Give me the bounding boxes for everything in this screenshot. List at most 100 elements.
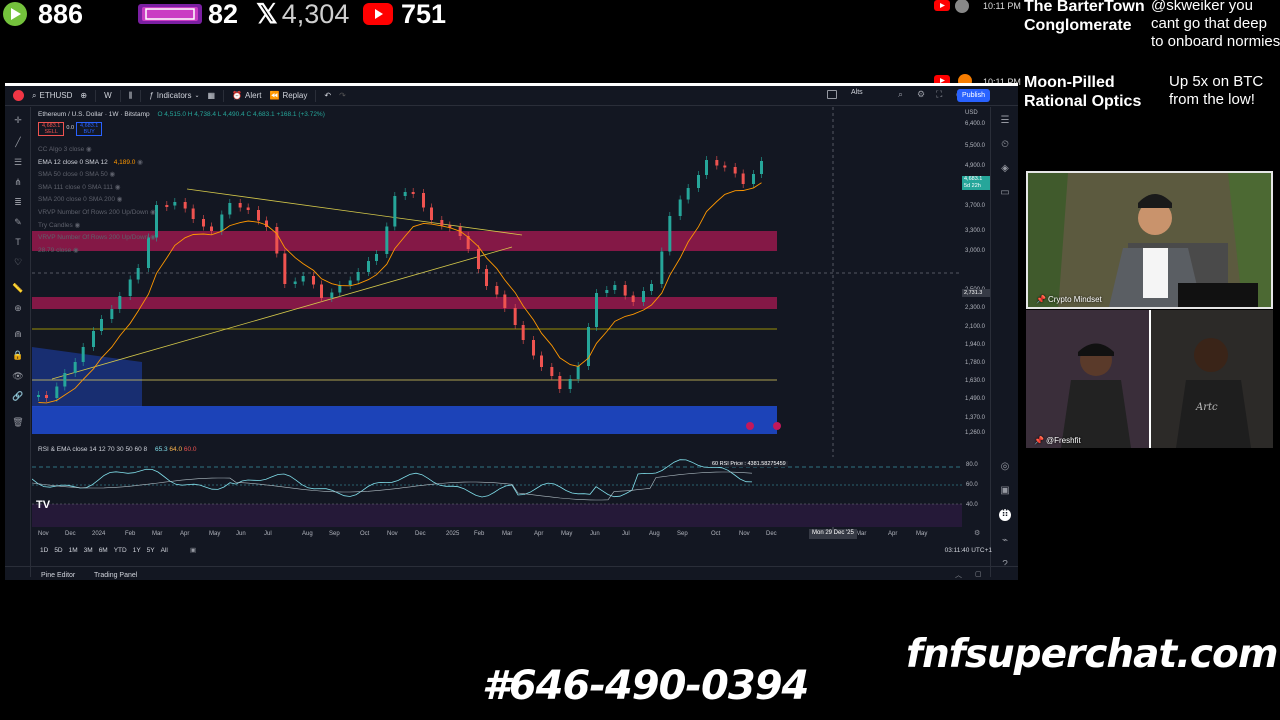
range-button[interactable]: 1D (40, 547, 48, 554)
alts-button[interactable]: Alts (851, 89, 863, 96)
undo-icon: ↶ (324, 91, 332, 100)
svg-text:Artc: Artc (1195, 402, 1218, 413)
indicator-legend-row[interactable]: SMA 200 close 0 SMA 200 ◉ (38, 195, 122, 203)
eye-icon[interactable]: ◉ (113, 184, 121, 191)
fullscreen-icon[interactable]: ⛶ (936, 89, 942, 100)
price-tick-label: 3,700.0 (965, 203, 986, 209)
indicator-legend-row[interactable]: SMA 50 close 0 SMA 50 ◉ (38, 170, 115, 178)
layers-icon[interactable]: ◈ (999, 163, 1011, 175)
range-button[interactable]: All (161, 547, 168, 554)
heart-icon[interactable]: ♡ (12, 257, 24, 267)
time-axis[interactable]: Nov Dec 2024 Feb Mar Apr May Jun Jul Aug Sep Oct Nov… (32, 529, 992, 541)
range-button[interactable]: YTD (114, 547, 127, 554)
redo-icon: ↷ (339, 91, 346, 100)
crosshair-price-tag: 2,731.3 (962, 289, 990, 297)
alerts-clock-icon[interactable]: ⏲ (999, 139, 1011, 151)
price-tick-label: 1,260.0 (965, 430, 986, 436)
kick-stat: 82 (138, 0, 238, 29)
eye-icon[interactable]: ◉ (108, 171, 116, 178)
eye-icon[interactable]: ◉ (71, 247, 79, 254)
symbol-search-button[interactable]: ⌕ ETHUSD (32, 91, 72, 101)
calendar-icon[interactable]: ▣ (190, 546, 196, 554)
superchat-item: 10:11 PM The BarterTown Conglomerate @sk… (934, 0, 1280, 56)
signal-icon[interactable]: ⌁ (999, 535, 1011, 547)
settings-gear-icon[interactable]: ⚙ (917, 89, 925, 100)
sell-button[interactable]: 4,683.1 SELL (38, 122, 65, 136)
time-tick-label: Aug (649, 531, 660, 537)
compare-symbol-button[interactable]: ⊕ (80, 91, 87, 100)
range-button[interactable]: 5Y (147, 547, 155, 554)
publish-button[interactable]: Publish (957, 89, 990, 102)
indicator-legend-row[interactable]: EMA 12 close 0 SMA 12 4,189.0 ◉ (38, 158, 143, 166)
drawing-toolbar: ✛ ╱ ☰ ⋔ ≣ ✎ T ♡ 📏 ⊕ ⋒ 🔒 👁 🔗 🗑 (5, 107, 31, 577)
eye-icon[interactable]: 👁 (12, 371, 24, 381)
horizontal-lines-icon[interactable]: ☰ (12, 157, 24, 167)
pine-editor-tab[interactable]: Pine Editor (41, 572, 75, 579)
range-button[interactable]: 6M (99, 547, 108, 554)
indicator-legend-row[interactable]: Try Candles ◉ (38, 221, 80, 229)
superchat-message: Up 5x on BTC from the low! (1169, 73, 1264, 108)
eye-icon[interactable]: ◉ (73, 222, 81, 229)
link-icon[interactable]: 🔗 (12, 391, 24, 401)
apps-grid-icon[interactable]: ⠿ (999, 509, 1011, 521)
rumble-icon (3, 2, 27, 26)
target-icon[interactable]: ◎ (999, 461, 1011, 473)
undo-button[interactable]: ↶ (324, 91, 331, 100)
rsi-pane[interactable]: RSI & EMA close 14 12 70 30 50 60 8 65.3… (31, 446, 978, 527)
fork-icon[interactable]: ⋔ (12, 177, 24, 187)
range-button[interactable]: 1Y (133, 547, 141, 554)
trash-icon[interactable]: 🗑 (12, 417, 24, 427)
eye-icon[interactable]: ◉ (135, 159, 143, 166)
search-icon[interactable]: ⌕ (898, 89, 903, 100)
chevron-down-icon: ⌄ (194, 93, 200, 99)
settings-gear-icon[interactable]: ⚙ (974, 529, 980, 537)
time-tick-label: Oct (711, 531, 721, 537)
redo-button[interactable]: ↷ (339, 91, 346, 100)
time-tick-label: Jul (622, 531, 630, 537)
chart-type-button[interactable]: ⫼ (129, 91, 133, 101)
price-tick-label: 1,490.0 (965, 396, 986, 402)
tradingview-logo-icon[interactable] (13, 90, 24, 101)
range-button[interactable]: 1M (69, 547, 78, 554)
range-button[interactable]: 5D (54, 547, 62, 554)
eye-icon[interactable]: ◉ (148, 209, 156, 216)
magnet-icon[interactable]: ⋒ (12, 329, 24, 339)
chevron-up-icon[interactable]: ︿ (955, 570, 962, 580)
currency-label[interactable]: USD (965, 110, 978, 116)
range-button[interactable]: 3M (84, 547, 93, 554)
zoom-in-icon[interactable]: ⊕ (12, 303, 24, 313)
superchat-author: The BarterTown Conglomerate (1024, 0, 1145, 34)
indicator-legend-row[interactable]: CC Algo 3 close ◉ (38, 145, 92, 153)
eye-icon[interactable]: ◉ (115, 196, 123, 203)
replay-button[interactable]: ⏪ Replay (269, 91, 307, 100)
trading-panel-tab[interactable]: Trading Panel (94, 572, 137, 579)
utc-clock[interactable]: 03:11:40 UTC+1 (945, 547, 992, 554)
eye-icon[interactable]: ◉ (84, 146, 92, 153)
trend-line-icon[interactable]: ╱ (12, 137, 24, 147)
crosshair-date-tag: Mon 29 Dec '25 (809, 529, 857, 539)
indicator-legend-row[interactable]: 28.79 close ◉ (38, 246, 79, 254)
indicator-legend-row[interactable]: VRVP Number Of Rows 200 Up/Down ◉ (38, 208, 156, 216)
brush-icon[interactable]: ✎ (12, 217, 24, 227)
chat-icon[interactable]: ▭ (999, 187, 1011, 199)
eye-icon[interactable]: ◉ (148, 234, 156, 241)
text-icon[interactable]: T (12, 237, 24, 247)
watchlist-icon[interactable]: ☰ (999, 115, 1011, 127)
rsi-axis: 80.0 60.0 40.0 (966, 462, 978, 508)
ruler-icon[interactable]: 📏 (12, 283, 24, 293)
buy-button[interactable]: 4,683.1 BUY (76, 122, 103, 136)
lock-icon[interactable]: 🔒 (12, 350, 24, 360)
symbol-label: ETHUSD (39, 91, 73, 100)
indicator-legend-row[interactable]: SMA 111 close 0 SMA 111 ◉ (38, 183, 121, 191)
tradingview-watermark-icon: TV (36, 499, 51, 511)
crosshair-icon[interactable]: ✛ (12, 115, 24, 125)
indicators-button[interactable]: ƒ Indicators ⌄ (149, 91, 199, 100)
layout-icon[interactable] (827, 90, 837, 99)
alert-button[interactable]: ⏰ Alert (232, 91, 261, 100)
indicator-legend-row[interactable]: VRVP Number Of Rows 200 Up/Down ◉ (38, 233, 156, 241)
interval-button[interactable]: W (104, 91, 112, 100)
templates-button[interactable]: ▦ (208, 91, 216, 100)
maximize-icon[interactable]: ▢ (975, 570, 982, 578)
fib-icon[interactable]: ≣ (12, 197, 24, 207)
calendar-icon[interactable]: ▣ (999, 485, 1011, 497)
